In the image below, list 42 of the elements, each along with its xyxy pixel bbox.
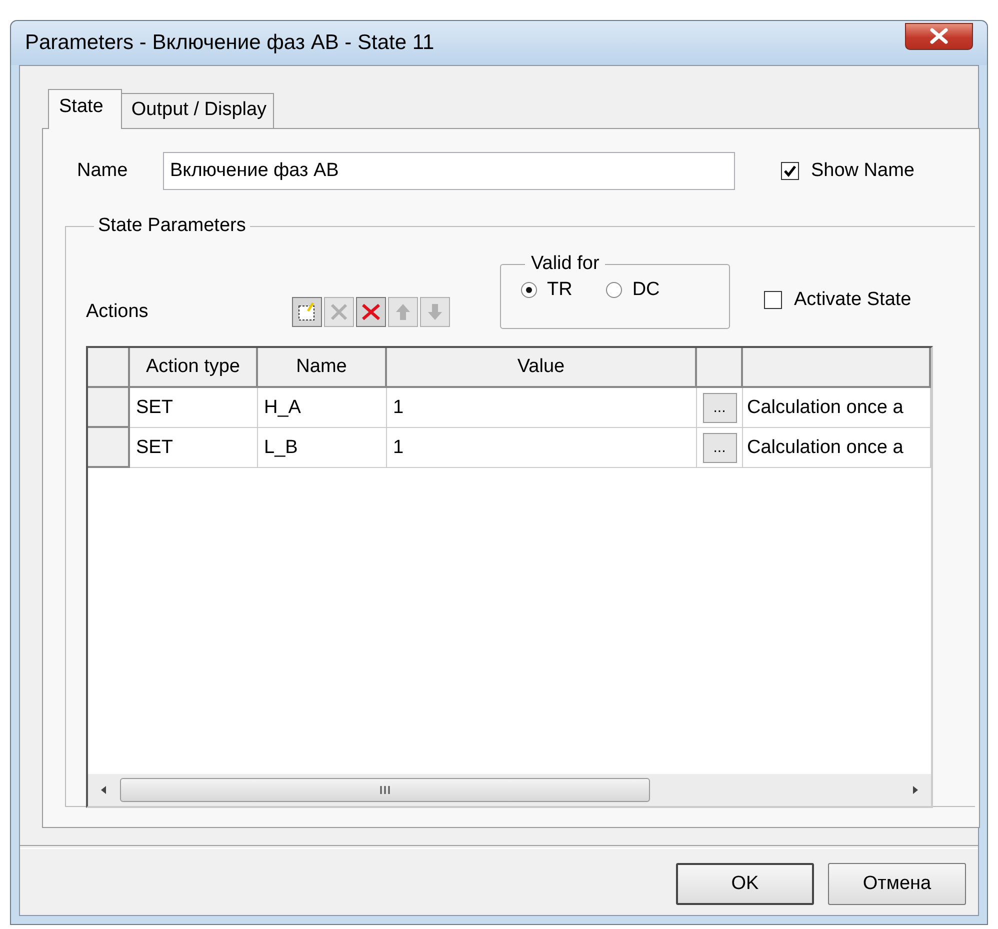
row-header[interactable] (88, 428, 130, 468)
header-cell (697, 348, 743, 388)
table-cell: L_B (258, 428, 387, 468)
ellipsis-button[interactable]: ... (702, 432, 736, 462)
radio-label: TR (547, 279, 572, 301)
table-cell: 1 (387, 428, 697, 468)
window-title: Parameters - Включение фаз AB - State 11 (25, 31, 434, 55)
table-cell: SET (130, 388, 258, 428)
column-header[interactable]: Action type (130, 348, 258, 388)
delete-all-icon (360, 301, 382, 323)
checkbox[interactable] (781, 162, 799, 180)
name-field[interactable]: Включение фаз AB (163, 152, 735, 190)
actions-label: Actions (86, 301, 150, 324)
toolbar-button[interactable] (292, 297, 322, 327)
tab[interactable]: Output / Display (120, 93, 274, 128)
ellipsis-button[interactable]: ... (702, 392, 736, 422)
radio-label: DC (632, 279, 660, 301)
close-icon (928, 28, 950, 44)
table-cell: 1 (387, 388, 697, 428)
column-header[interactable]: Value (387, 348, 697, 388)
table-cell: Calculation once a (743, 428, 931, 468)
radio-button[interactable] (606, 282, 622, 298)
group-title: State Parameters (98, 215, 246, 236)
checkbox[interactable] (764, 291, 782, 309)
checkbox-label: Show Name (811, 160, 914, 182)
table-cell: Calculation once a (743, 388, 931, 428)
tab[interactable]: State (48, 89, 122, 129)
group-title: Valid for (531, 253, 600, 274)
horizontal-scrollbar[interactable] (88, 774, 931, 806)
close-button[interactable] (905, 22, 973, 50)
dialog-button[interactable]: OK (676, 863, 814, 905)
cross-icon (328, 301, 350, 323)
table-cell: H_A (258, 388, 387, 428)
column-header[interactable]: Name (258, 348, 387, 388)
table-cell: SET (130, 428, 258, 468)
dialog-button[interactable]: Отмена (828, 863, 966, 905)
checkbox-label: Activate State (794, 289, 912, 311)
scroll-thumb[interactable] (120, 778, 650, 802)
radio-button[interactable] (521, 282, 537, 298)
row-header[interactable] (88, 388, 130, 428)
header-cell (88, 348, 130, 388)
name-label: Name (76, 160, 129, 182)
